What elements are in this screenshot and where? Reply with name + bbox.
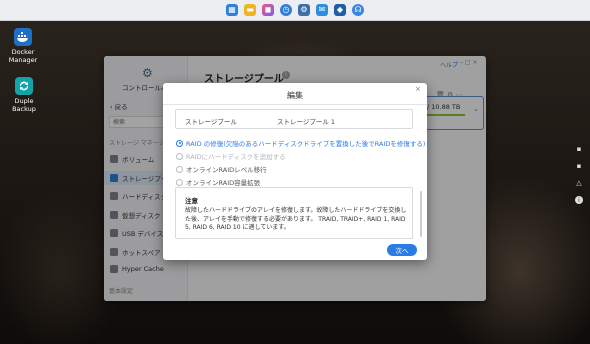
note-title: 注意: [185, 197, 198, 205]
radio-button[interactable]: [176, 139, 183, 147]
option-raid-capacity-expansion[interactable]: オンラインRAID容量拡張: [176, 177, 260, 187]
edit-dialog: 編集 × ストレージプール ストレージプール 1 RAID の修復(欠陥のあるハ…: [163, 83, 427, 260]
notification-icon[interactable]: △: [575, 179, 583, 187]
info-icon[interactable]: i: [575, 196, 583, 204]
desktop-icon-duple-backup[interactable]: Duple Backup: [2, 77, 46, 113]
top-taskbar: ▦ ▬ ◼ ◷ ⚙ ✉ ◆ ☊: [0, 0, 590, 21]
monitor-icon[interactable]: ▪: [575, 162, 583, 170]
pool-value: ストレージプール 1: [277, 118, 336, 126]
desktop-icon-label: Duple Backup: [12, 97, 36, 113]
note-box: 注意 故障したハードドライブのアレイを修復します。故障したハードドライブを交換し…: [175, 187, 413, 239]
radio-button[interactable]: [176, 178, 183, 186]
close-icon[interactable]: ×: [415, 85, 421, 93]
next-button[interactable]: 次へ: [387, 244, 417, 256]
radio-button[interactable]: [176, 152, 183, 160]
scrollbar[interactable]: [420, 191, 422, 237]
sync-arrows-icon: [15, 77, 33, 95]
headset-icon[interactable]: ☊: [352, 4, 364, 16]
option-raid-level-migration[interactable]: オンラインRAIDレベル移行: [176, 164, 267, 174]
option-add-disk[interactable]: RAIDにハードディスクを追加する: [176, 151, 286, 161]
option-raid-repair[interactable]: RAID の修復(欠陥のあるハードディスクドライブを置換した後でRAIDを修復す…: [176, 138, 425, 148]
pool-label: ストレージプール: [185, 118, 237, 126]
photo-icon[interactable]: ◼: [262, 4, 274, 16]
cube-icon[interactable]: ◆: [334, 4, 346, 16]
app-grid-icon[interactable]: ▦: [226, 4, 238, 16]
folder-icon[interactable]: ▬: [244, 4, 256, 16]
desktop-icon-docker-manager[interactable]: Docker Manager: [6, 28, 40, 64]
divider: [163, 104, 427, 105]
dialog-title: 編集: [287, 91, 303, 100]
storage-pool-info: ストレージプール ストレージプール 1: [175, 109, 413, 129]
gear-icon[interactable]: ⚙: [298, 4, 310, 16]
docker-whale-icon: [14, 28, 32, 46]
chat-icon[interactable]: ▪: [575, 145, 583, 153]
desktop-widget-bar: ▪ ▪ △ i: [575, 145, 585, 213]
radio-button[interactable]: [176, 165, 183, 173]
mail-icon[interactable]: ✉: [316, 4, 328, 16]
clock-icon[interactable]: ◷: [280, 4, 292, 16]
note-text: 故障したハードドライブのアレイを修復します。故障したハードドライブを交換した後、…: [185, 207, 407, 231]
desktop-icon-label: Docker Manager: [8, 48, 38, 64]
